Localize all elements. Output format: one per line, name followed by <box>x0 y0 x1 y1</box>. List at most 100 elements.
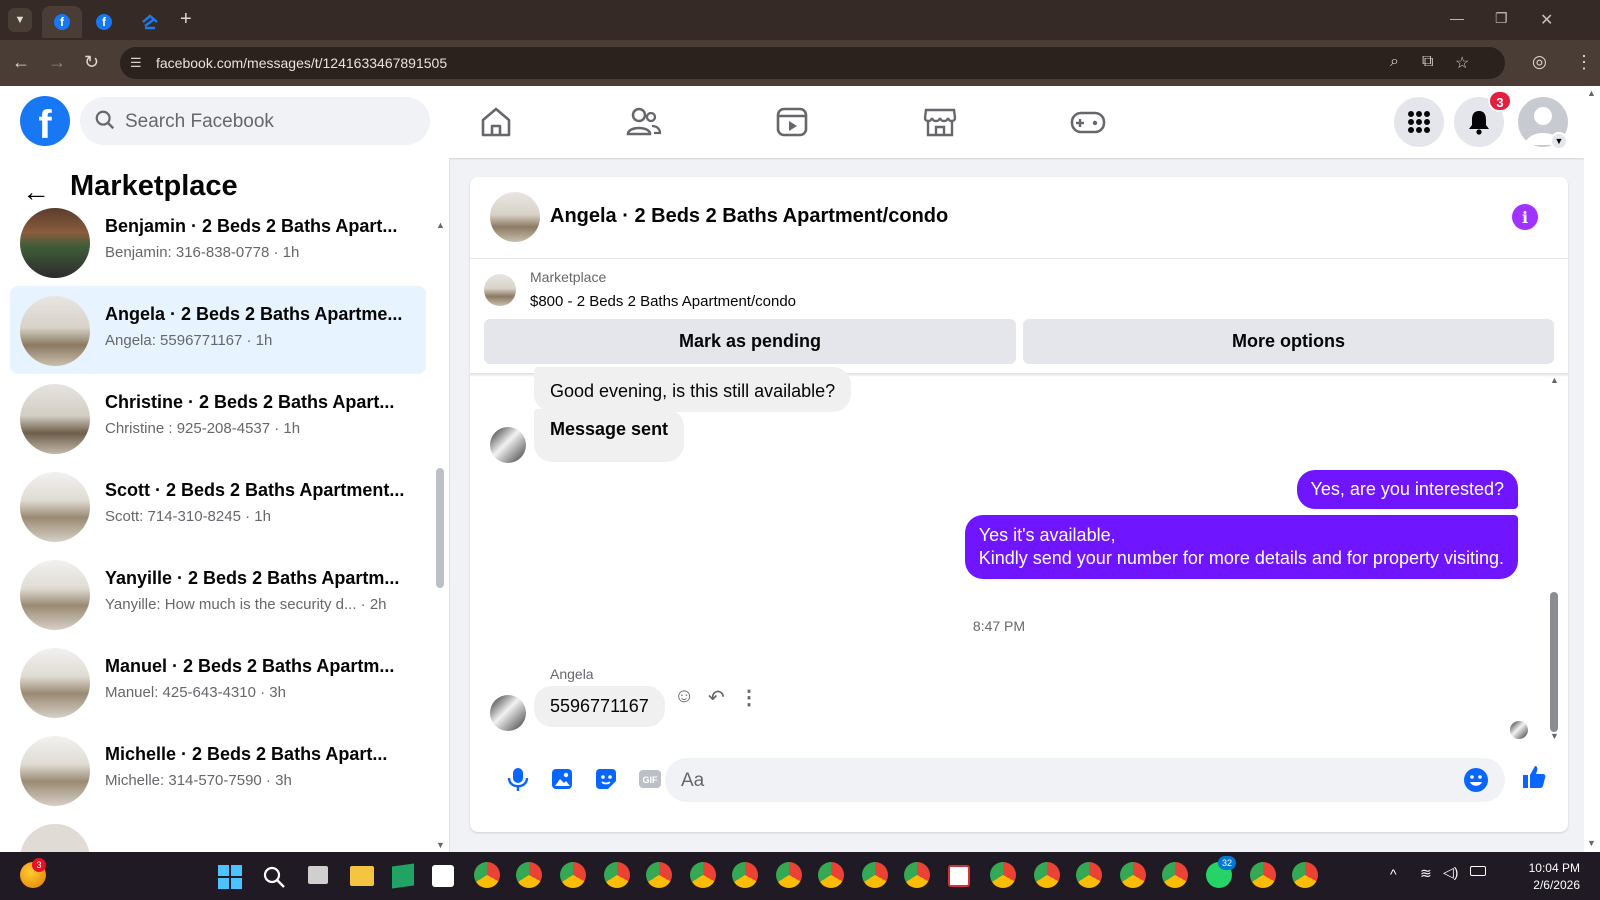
store-icon[interactable] <box>432 865 454 887</box>
reply-icon[interactable]: ↶ <box>708 685 725 710</box>
gif-icon[interactable]: GIF <box>636 765 664 793</box>
clock[interactable]: 10:04 PM 2/6/2026 <box>1496 861 1580 892</box>
conversation-item-partial[interactable] <box>10 814 426 852</box>
mark-as-pending-button[interactable]: Mark as pending <box>484 319 1016 364</box>
volume-icon[interactable]: ◁) <box>1443 864 1458 881</box>
photo-icon[interactable] <box>548 765 576 793</box>
reload-icon[interactable]: ↻ <box>84 52 99 73</box>
listing-summary[interactable]: $800 - 2 Beds 2 Baths Apartment/condo <box>530 293 796 310</box>
chat-title[interactable]: Angela · 2 Beds 2 Baths Apartment/condo <box>550 205 948 228</box>
chrome-icon[interactable] <box>818 862 844 888</box>
chrome-icon[interactable] <box>1162 862 1188 888</box>
chrome-icon[interactable] <box>516 862 542 888</box>
address-bar[interactable]: ☰ facebook.com/messages/t/12416334678915… <box>120 47 1505 79</box>
conversation-item[interactable]: Manuel · 2 Beds 2 Baths Apartm... Manuel… <box>10 638 426 726</box>
task-view-icon[interactable] <box>308 866 328 884</box>
sidebar-scroll-up-icon[interactable]: ▲ <box>436 220 445 230</box>
chrome-icon[interactable] <box>776 862 802 888</box>
facebook-logo[interactable]: f <box>20 96 70 147</box>
conversation-item[interactable]: Yanyille · 2 Beds 2 Baths Apartm... Yany… <box>10 550 426 638</box>
close-window-icon[interactable]: ✕ <box>1540 10 1553 30</box>
microphone-icon[interactable] <box>504 765 532 793</box>
battery-icon[interactable] <box>1470 866 1486 876</box>
conversation-item[interactable]: Michelle · 2 Beds 2 Baths Apart... Miche… <box>10 726 426 814</box>
video-icon[interactable] <box>770 100 814 144</box>
tab-zillow[interactable] <box>134 6 168 38</box>
more-options-button[interactable]: More options <box>1023 319 1554 364</box>
react-emoji-icon[interactable]: ☺ <box>674 685 694 708</box>
browser-menu-icon[interactable]: ⋮ <box>1575 52 1593 73</box>
site-settings-icon[interactable]: ☰ <box>130 55 142 71</box>
taskbar-search-icon[interactable] <box>262 865 286 889</box>
chat-scroll-down-icon[interactable]: ▼ <box>1550 731 1559 741</box>
tray-chevron-icon[interactable]: ^ <box>1390 866 1397 882</box>
chrome-icon[interactable] <box>474 862 500 888</box>
wifi-icon[interactable]: ≋ <box>1420 865 1432 882</box>
outgoing-message[interactable]: Yes it's available, Kindly send your num… <box>964 515 1518 579</box>
back-icon[interactable]: ← <box>12 52 30 73</box>
tab-list-icon[interactable]: ▼ <box>8 8 32 32</box>
chrome-icon[interactable] <box>904 862 930 888</box>
chat-listing-thumbnail[interactable] <box>490 192 540 242</box>
incoming-message[interactable]: 5596771167 <box>534 686 665 727</box>
more-actions-icon[interactable]: ⋮ <box>739 685 759 710</box>
marketplace-icon[interactable] <box>918 100 962 144</box>
sticker-icon[interactable] <box>592 765 620 793</box>
chat-scroll-up-icon[interactable]: ▲ <box>1550 375 1559 385</box>
chrome-icon[interactable] <box>1250 862 1276 888</box>
zoom-icon[interactable]: ⌕ <box>1390 53 1399 71</box>
friends-icon[interactable] <box>622 100 666 144</box>
chrome-icon[interactable] <box>604 862 630 888</box>
message-text: Message sent <box>550 419 669 439</box>
conversation-item-selected[interactable]: Angela · 2 Beds 2 Baths Apartme... Angel… <box>10 286 426 374</box>
outgoing-message[interactable]: Yes, are you interested? <box>1296 470 1518 509</box>
forward-icon[interactable]: → <box>48 52 66 73</box>
snipping-tool-icon[interactable] <box>948 865 970 887</box>
minimize-icon[interactable]: — <box>1450 10 1464 26</box>
home-icon[interactable] <box>474 100 518 144</box>
chrome-icon[interactable] <box>1034 862 1060 888</box>
chrome-icon[interactable] <box>862 862 888 888</box>
scroll-down-icon[interactable]: ▼ <box>1587 838 1596 848</box>
conversation-item[interactable]: Scott · 2 Beds 2 Baths Apartment... Scot… <box>10 462 426 550</box>
info-icon[interactable]: i <box>1512 204 1538 230</box>
conversation-item[interactable]: Benjamin · 2 Beds 2 Baths Apart... Benja… <box>10 198 426 286</box>
sidebar-scroll-down-icon[interactable]: ▼ <box>436 840 445 850</box>
bookmark-star-icon[interactable]: ☆ <box>1455 53 1469 73</box>
marketplace-listing-thumbnail[interactable] <box>484 274 516 306</box>
sidebar-scrollbar-thumb[interactable] <box>436 468 444 588</box>
conversation-item[interactable]: Christine · 2 Beds 2 Baths Apart... Chri… <box>10 374 426 462</box>
chrome-icon[interactable] <box>990 862 1016 888</box>
maximize-icon[interactable]: ❐ <box>1495 10 1508 27</box>
message-input[interactable]: Aa <box>665 758 1505 802</box>
page-scrollbar[interactable]: ▲ ▼ <box>1584 86 1600 852</box>
account-chevron-icon[interactable]: ▼ <box>1550 132 1568 150</box>
new-tab-button[interactable]: + <box>180 8 192 31</box>
sender-avatar[interactable] <box>490 427 526 463</box>
chrome-icon[interactable] <box>646 862 672 888</box>
menu-grid-button[interactable] <box>1394 97 1444 147</box>
tab-facebook-messages[interactable]: f <box>42 6 82 38</box>
chrome-icon[interactable] <box>690 862 716 888</box>
chrome-icon[interactable] <box>1292 862 1318 888</box>
file-explorer-icon[interactable] <box>350 866 374 886</box>
search-input[interactable]: Search Facebook <box>80 97 430 145</box>
scroll-up-icon[interactable]: ▲ <box>1587 88 1596 98</box>
chrome-icon[interactable] <box>732 862 758 888</box>
chrome-icon[interactable] <box>1076 862 1102 888</box>
listing-thumbnail <box>20 384 90 454</box>
sender-avatar[interactable] <box>490 695 526 731</box>
gaming-icon[interactable] <box>1066 100 1110 144</box>
emoji-icon[interactable] <box>1463 767 1489 793</box>
tab-facebook[interactable]: f <box>90 6 126 38</box>
chrome-icon[interactable] <box>1120 862 1146 888</box>
incoming-message[interactable]: Good evening, is this still available? <box>534 367 852 412</box>
thumbs-up-icon[interactable] <box>1520 763 1548 791</box>
excel-like-app-icon[interactable] <box>392 863 414 889</box>
chat-scrollbar-thumb[interactable] <box>1550 592 1558 732</box>
profile-icon[interactable]: ◎ <box>1532 52 1547 72</box>
cast-icon[interactable]: ⧉ <box>1422 53 1433 71</box>
chrome-icon[interactable] <box>560 862 586 888</box>
windows-start-icon[interactable] <box>218 865 242 889</box>
incoming-message-system[interactable]: Message sent <box>534 409 685 462</box>
